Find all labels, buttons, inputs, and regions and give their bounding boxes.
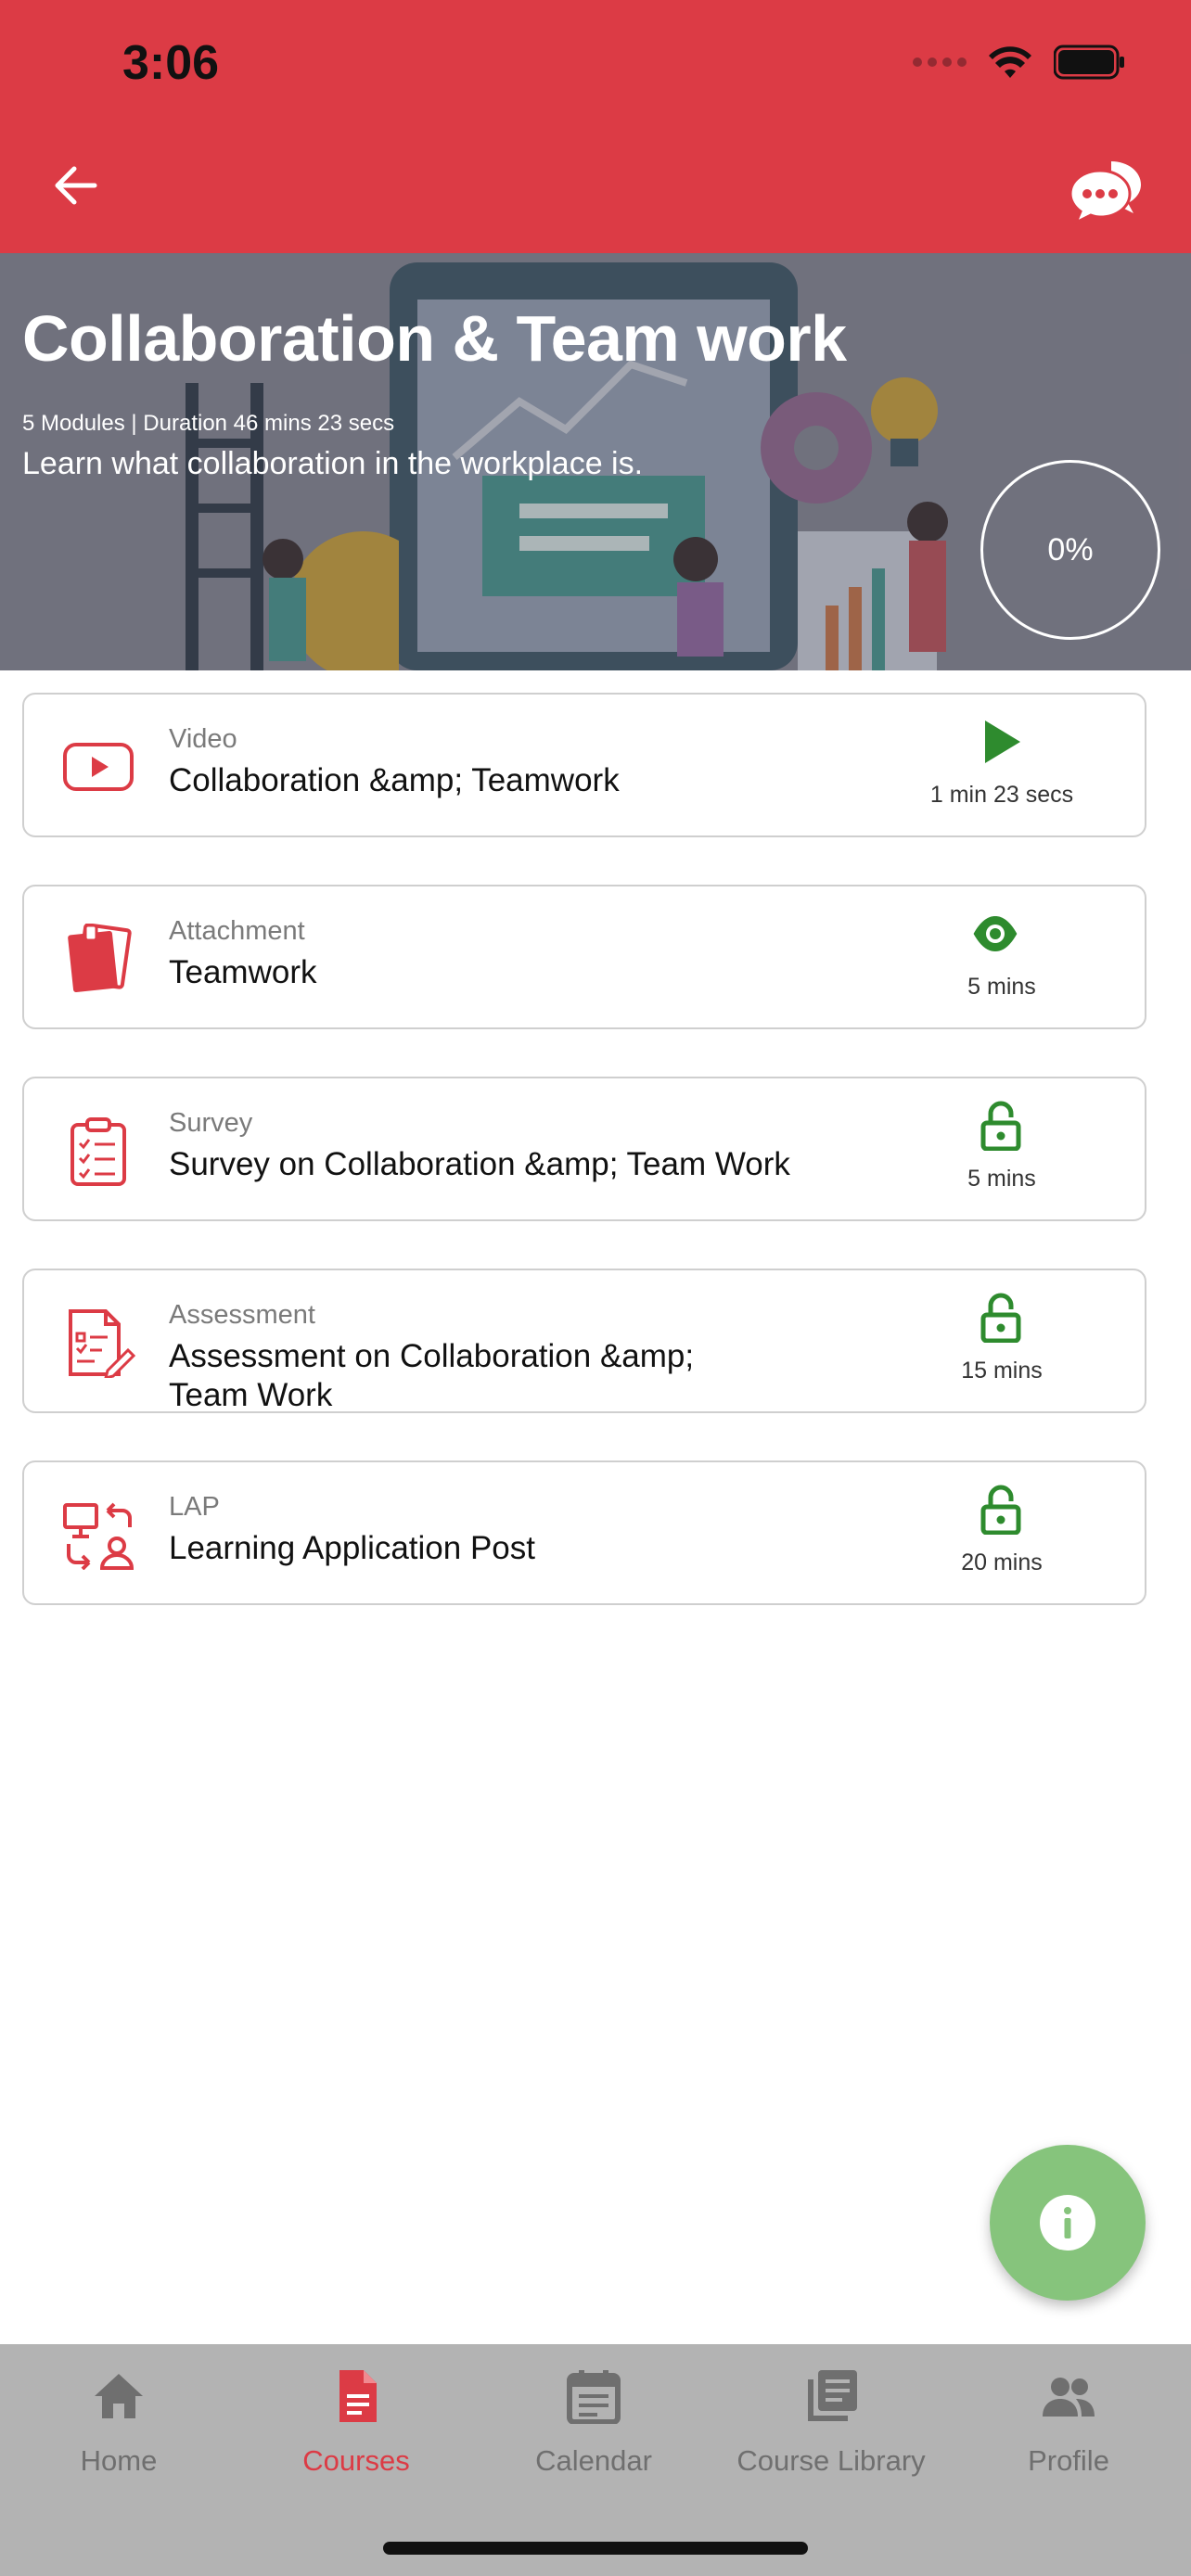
eye-icon[interactable] xyxy=(966,909,1025,959)
chat-bubbles-icon xyxy=(1069,161,1141,226)
course-meta: 5 Modules | Duration 46 mins 23 secs xyxy=(22,411,395,436)
info-icon xyxy=(1040,2195,1095,2251)
module-name: Assessment on Collaboration &amp; Team W… xyxy=(169,1338,695,1413)
nav-label: Courses xyxy=(302,2444,410,2477)
library-icon xyxy=(808,2370,857,2421)
clipboard-checklist-icon xyxy=(70,1117,126,1186)
exchange-icon xyxy=(63,1502,134,1570)
signal-icon xyxy=(913,57,967,67)
nav-course-library[interactable]: Course Library xyxy=(712,2344,950,2520)
module-duration: 5 mins xyxy=(967,974,1036,1000)
document-icon xyxy=(339,2370,377,2422)
module-name: Teamwork xyxy=(169,954,317,990)
progress-ring: 0% xyxy=(980,460,1160,640)
nav-label: Calendar xyxy=(535,2444,652,2477)
course-hero: Collaboration & Team work 5 Modules | Du… xyxy=(0,253,1191,670)
module-duration: 20 mins xyxy=(961,1549,1043,1575)
info-fab-button[interactable] xyxy=(990,2145,1146,2301)
module-name: Learning Application Post xyxy=(169,1530,535,1566)
chat-button[interactable] xyxy=(1069,156,1143,226)
module-list: Video Collaboration &amp; Teamwork 1 min… xyxy=(22,693,1146,1652)
module-card-attachment[interactable]: Attachment Teamwork 5 mins xyxy=(22,885,1146,1029)
nav-label: Course Library xyxy=(736,2444,926,2477)
arrow-left-icon xyxy=(55,166,97,205)
course-description: Learn what collaboration in the workplac… xyxy=(22,446,644,481)
assessment-form-icon xyxy=(69,1309,135,1378)
module-card-assessment[interactable]: Assessment Assessment on Collaboration &… xyxy=(22,1269,1146,1413)
module-duration: 5 mins xyxy=(967,1166,1036,1192)
calendar-icon xyxy=(567,2370,621,2424)
unlock-icon[interactable] xyxy=(978,1101,1024,1151)
module-type: Attachment xyxy=(169,916,305,946)
module-card-video[interactable]: Video Collaboration &amp; Teamwork 1 min… xyxy=(22,693,1146,837)
module-card-lap[interactable]: LAP Learning Application Post 20 mins xyxy=(22,1460,1146,1605)
youtube-icon xyxy=(63,743,134,791)
nav-profile[interactable]: Profile xyxy=(950,2344,1187,2520)
play-icon[interactable] xyxy=(978,717,1024,767)
nav-calendar[interactable]: Calendar xyxy=(475,2344,712,2520)
module-duration: 1 min 23 secs xyxy=(929,782,1074,808)
module-card-survey[interactable]: Survey Survey on Collaboration &amp; Tea… xyxy=(22,1077,1146,1221)
app-header: 3:06 xyxy=(0,0,1191,253)
back-button[interactable] xyxy=(48,158,104,213)
wifi-icon xyxy=(987,45,1033,80)
module-name: Survey on Collaboration &amp; Team Work xyxy=(169,1146,790,1182)
module-type: Survey xyxy=(169,1108,253,1138)
nav-home[interactable]: Home xyxy=(0,2344,237,2520)
unlock-icon[interactable] xyxy=(978,1485,1024,1535)
documents-icon xyxy=(68,924,132,993)
module-name: Collaboration &amp; Teamwork xyxy=(169,762,620,798)
module-type: Video xyxy=(169,724,237,754)
course-title: Collaboration & Team work xyxy=(22,302,847,375)
module-type: LAP xyxy=(169,1492,220,1522)
home-icon xyxy=(95,2374,143,2418)
module-type: Assessment xyxy=(169,1300,315,1330)
battery-icon xyxy=(1054,45,1126,80)
people-icon xyxy=(1043,2378,1095,2417)
progress-value: 0% xyxy=(1047,531,1094,567)
nav-label: Home xyxy=(80,2444,158,2477)
unlock-icon[interactable] xyxy=(978,1293,1024,1343)
nav-courses[interactable]: Courses xyxy=(237,2344,475,2520)
status-time: 3:06 xyxy=(122,36,220,90)
status-icons xyxy=(913,45,1126,80)
nav-label: Profile xyxy=(1028,2444,1109,2477)
home-indicator xyxy=(383,2542,808,2555)
module-duration: 15 mins xyxy=(961,1358,1043,1384)
